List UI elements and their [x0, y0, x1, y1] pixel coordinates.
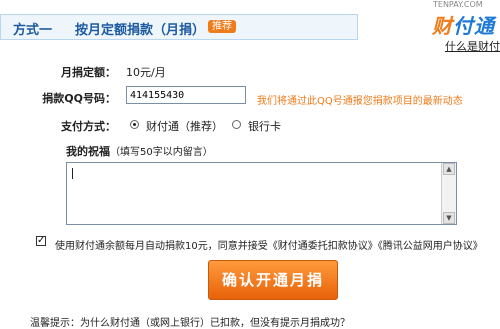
- textarea-scrollbar[interactable]: ▲ ▼: [441, 163, 456, 224]
- scroll-up-icon[interactable]: ▲: [443, 163, 455, 175]
- text-caret: [72, 168, 73, 179]
- payment-method-label: 支付方式：: [61, 120, 116, 133]
- agreement-text: 使用财付通余额每月自动捐款10元，同意并接受《财付通委托扣款协议》《腾讯公益网用…: [55, 241, 483, 252]
- logo-part-a: 财: [432, 14, 453, 38]
- qq-number-input[interactable]: [126, 86, 246, 104]
- section-subtitle: 按月定额捐款（月捐）: [75, 23, 206, 38]
- monthly-amount-value: 10元/月: [126, 66, 166, 79]
- logo-part-b: 付通: [453, 14, 495, 38]
- wish-textarea[interactable]: ▲ ▼: [66, 162, 457, 225]
- tenpay-logo: 财付通: [432, 10, 495, 39]
- radio-bank-card-label[interactable]: 银行卡: [248, 118, 281, 134]
- wish-label: 我的祝福: [66, 145, 110, 158]
- tenpay-logo-small-text: TENPAY.COM: [433, 0, 483, 9]
- recommend-badge: 推荐: [208, 20, 236, 33]
- bottom-tip: 温馨提示：为什么财付通（或网上银行）已扣款，但没有提示月捐成功？: [30, 318, 350, 329]
- qq-hint-text: 我们将通过此QQ号通报您捐款项目的最新动态: [257, 96, 463, 107]
- agreement-checkbox[interactable]: ✓: [36, 236, 46, 246]
- radio-tenpay-label[interactable]: 财付通（推荐）: [146, 118, 223, 134]
- wish-note: （填写50字以内留言）: [110, 147, 213, 158]
- confirm-monthly-donation-button[interactable]: 确认开通月捐: [208, 260, 338, 300]
- monthly-amount-label: 月捐定额：: [61, 66, 116, 79]
- qq-number-label: 捐款QQ号码：: [42, 92, 116, 105]
- radio-bank-card[interactable]: [232, 120, 241, 129]
- scroll-down-icon[interactable]: ▼: [443, 212, 455, 224]
- radio-tenpay[interactable]: [130, 120, 139, 129]
- section-header: 方式一 按月定额捐款（月捐） 推荐: [0, 14, 358, 40]
- section-title: 方式一: [13, 23, 53, 38]
- what-is-tenpay-link[interactable]: 什么是财付通: [445, 38, 500, 54]
